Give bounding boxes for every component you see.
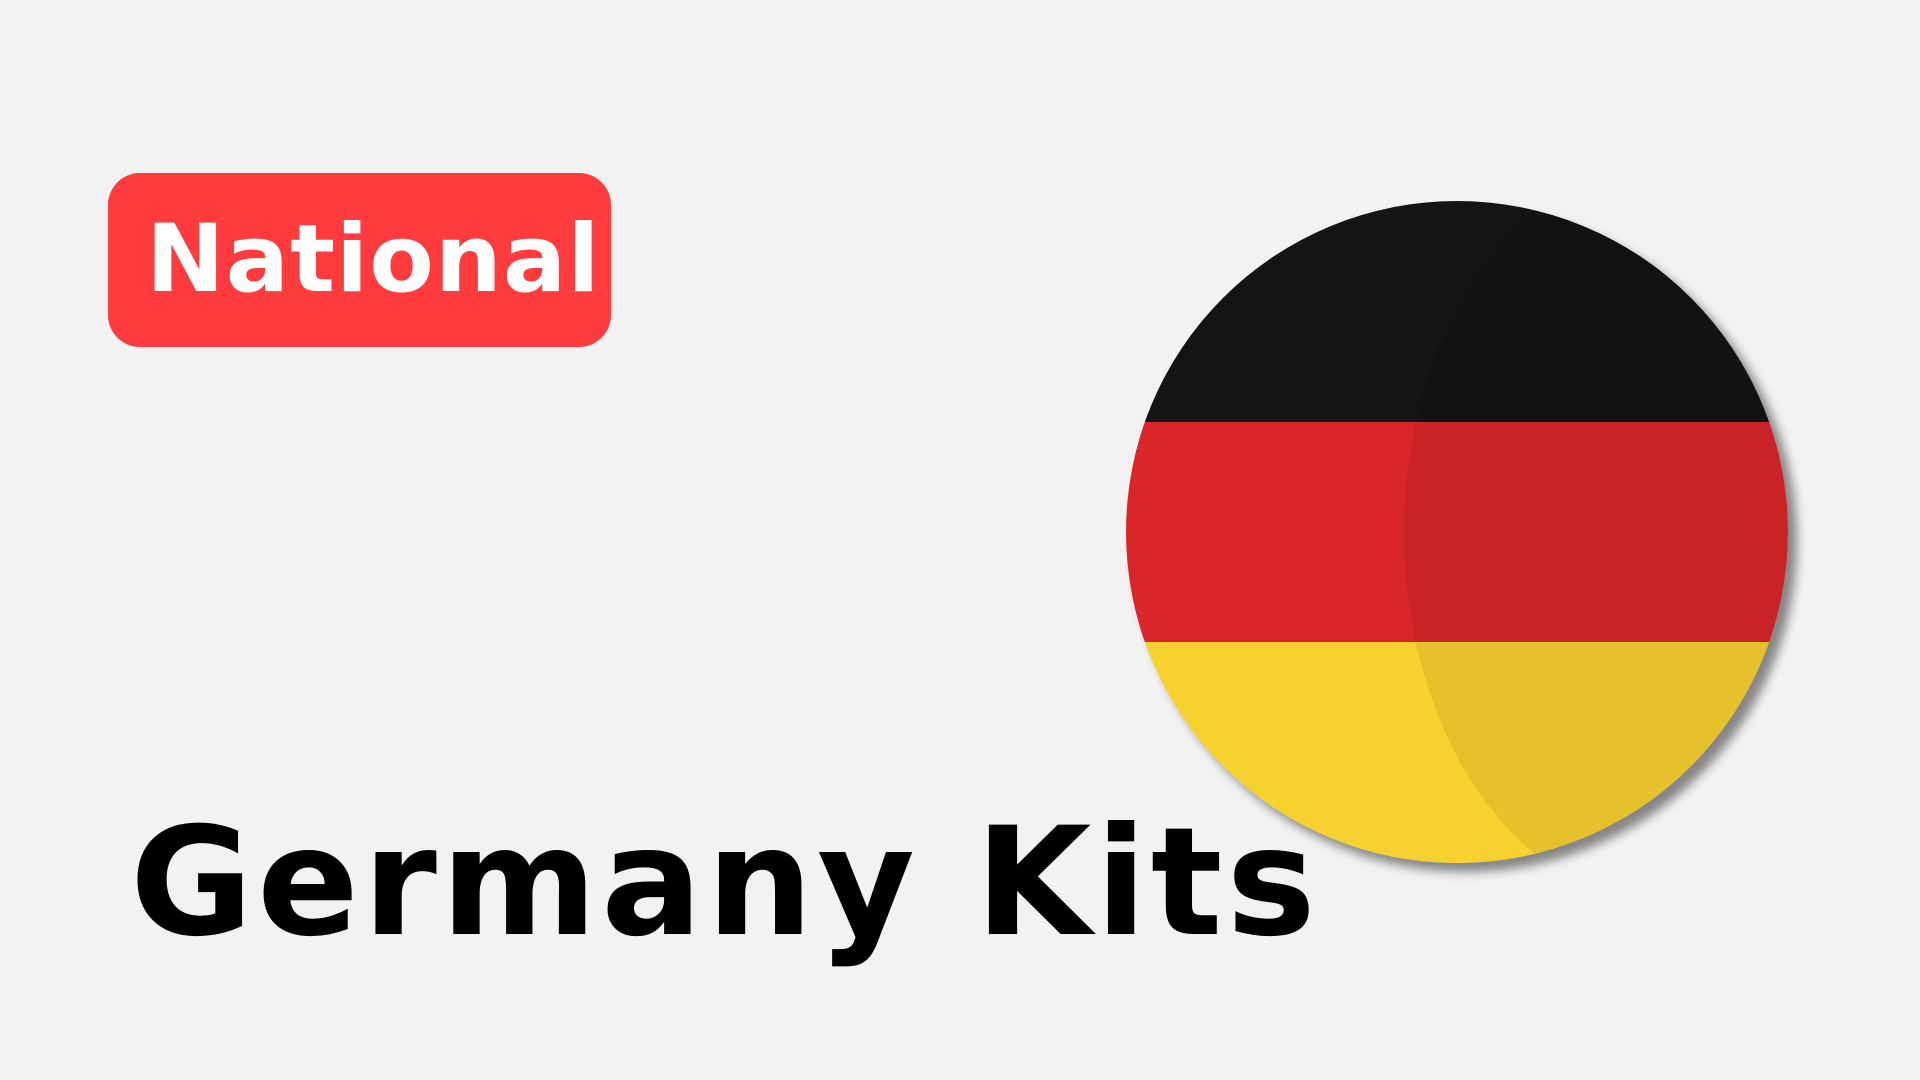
badge-label: National <box>146 205 601 314</box>
national-badge: National <box>108 173 611 347</box>
flag-shading <box>1404 201 1788 863</box>
germany-flag-icon <box>1126 201 1788 863</box>
